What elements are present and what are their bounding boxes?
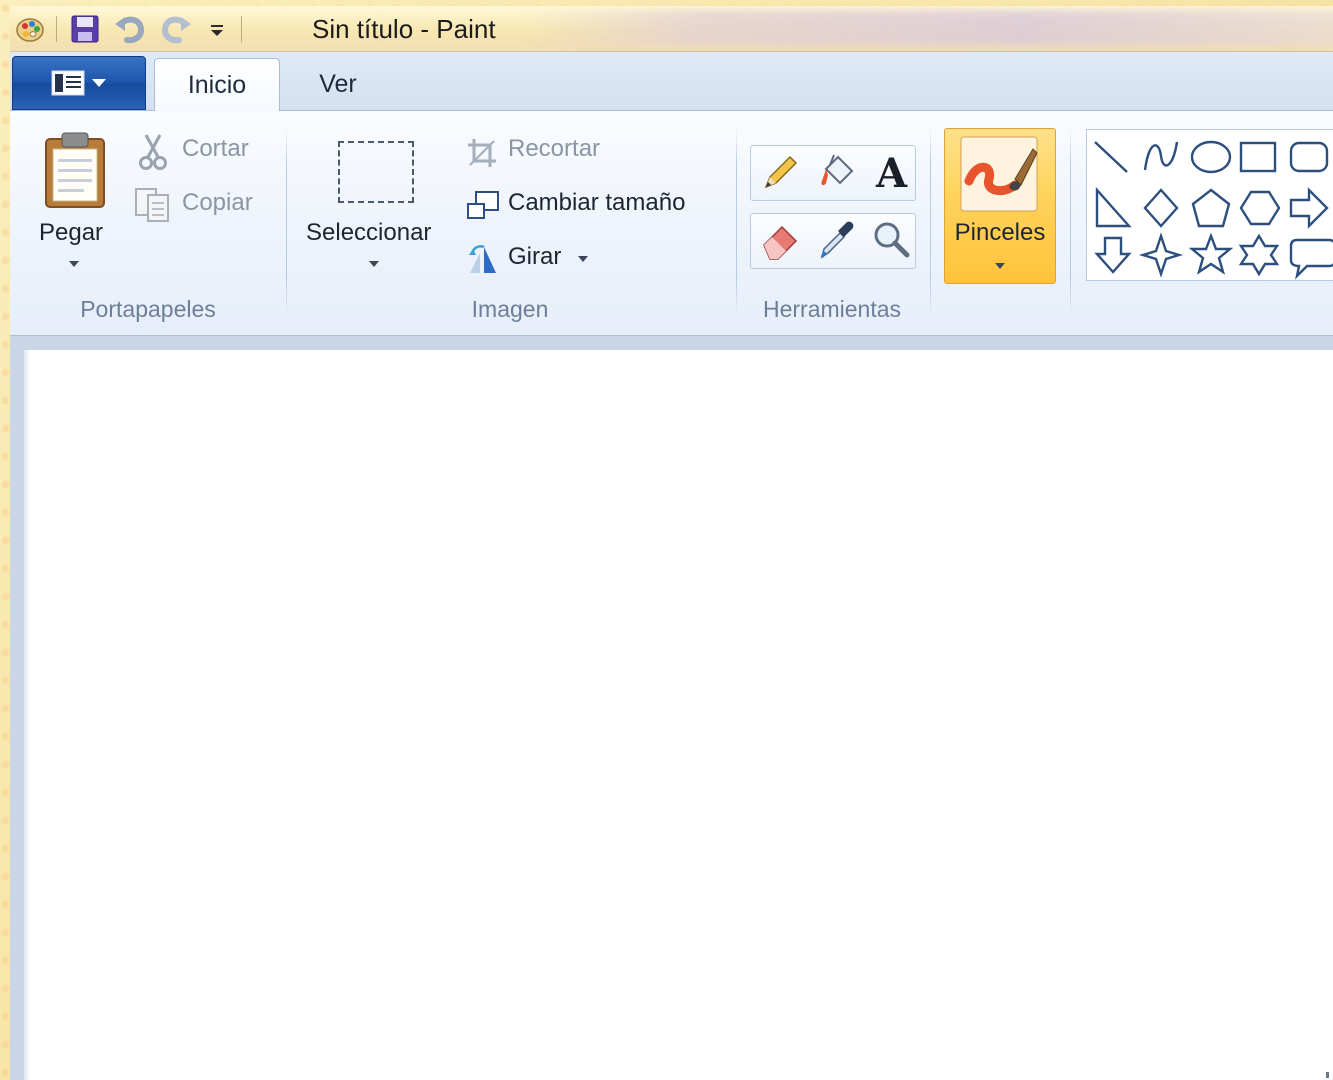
qat-separator — [241, 15, 242, 42]
redo-icon[interactable] — [153, 9, 199, 49]
title-bar: Sin título - Paint — [10, 6, 1333, 52]
clipboard-icon — [45, 132, 105, 208]
svg-text:A: A — [875, 151, 908, 193]
brushes-label: Pinceles — [954, 219, 1046, 246]
save-icon[interactable] — [63, 9, 107, 49]
tab-inicio[interactable]: Inicio — [154, 58, 280, 112]
group-divider — [1070, 127, 1071, 317]
group-divider — [736, 127, 737, 317]
group-divider — [286, 127, 287, 317]
callout-icon[interactable] — [1289, 238, 1333, 280]
paste-label[interactable]: Pegar — [39, 219, 103, 247]
canvas-resize-handle[interactable] — [1326, 1072, 1329, 1078]
chevron-down-icon — [92, 79, 106, 87]
canvas-workspace — [10, 336, 1333, 1080]
diamond-icon[interactable] — [1143, 188, 1179, 228]
fill-bucket-icon[interactable] — [812, 151, 858, 197]
shapes-gallery — [1086, 129, 1333, 281]
six-point-star-icon[interactable] — [1238, 233, 1280, 277]
rotate-icon — [466, 243, 500, 279]
paint-window: Sin título - Paint Inicio Ver Pegar Cort… — [10, 6, 1333, 1080]
drawing-canvas[interactable] — [24, 350, 1333, 1080]
select-label[interactable]: Seleccionar — [306, 219, 431, 247]
rectangle-icon[interactable] — [1239, 141, 1277, 173]
group-label-portapapeles: Portapapeles — [80, 296, 216, 322]
copy-button[interactable]: Copiar — [182, 189, 253, 217]
eraser-icon[interactable] — [758, 219, 804, 265]
tab-ver[interactable]: Ver — [292, 58, 384, 110]
resize-icon — [466, 190, 500, 226]
shapes-icons — [1094, 140, 1333, 280]
rounded-rectangle-icon[interactable] — [1289, 141, 1329, 173]
color-picker-icon[interactable] — [814, 219, 858, 265]
menu-icon — [51, 70, 85, 96]
paste-button[interactable] — [40, 131, 110, 215]
undo-icon[interactable] — [107, 9, 153, 49]
paste-dropdown-arrow[interactable] — [69, 261, 79, 267]
paint-menu-button[interactable] — [12, 56, 146, 110]
customize-qat-icon[interactable] — [199, 9, 235, 49]
cut-icon — [138, 133, 168, 175]
magnifier-icon[interactable] — [870, 219, 912, 265]
down-arrow-icon[interactable] — [1094, 236, 1132, 274]
window-title: Sin título - Paint — [312, 14, 496, 44]
ribbon-tab-bar: Inicio Ver — [10, 52, 1333, 112]
canvas-edge — [24, 350, 30, 1080]
crop-icon — [466, 137, 498, 173]
pencil-icon[interactable] — [758, 151, 802, 197]
title-bar-glass — [530, 10, 1333, 46]
brushes-dropdown-arrow[interactable] — [995, 263, 1005, 269]
brushes-button[interactable]: Pinceles — [944, 128, 1056, 284]
brush-icon — [960, 136, 1038, 212]
hexagon-icon[interactable] — [1239, 190, 1281, 226]
crop-button[interactable]: Recortar — [508, 135, 600, 163]
oval-icon[interactable] — [1190, 140, 1232, 174]
group-label-herramientas: Herramientas — [762, 296, 902, 322]
resize-button[interactable]: Cambiar tamaño — [508, 189, 685, 217]
rotate-dropdown-arrow[interactable] — [578, 256, 588, 262]
ribbon: Pegar Cortar Copiar Portapapeles Selecci… — [10, 111, 1333, 336]
select-icon[interactable] — [338, 141, 414, 203]
right-triangle-icon[interactable] — [1095, 186, 1132, 228]
four-point-star-icon[interactable] — [1138, 232, 1184, 278]
quick-access-toolbar — [10, 6, 248, 51]
curve-icon[interactable] — [1143, 141, 1179, 171]
qat-separator — [56, 15, 57, 42]
group-divider — [930, 127, 931, 317]
rotate-button[interactable]: Girar — [508, 243, 561, 271]
group-label-imagen: Imagen — [471, 296, 549, 322]
five-point-star-icon[interactable] — [1188, 232, 1234, 275]
right-arrow-icon[interactable] — [1289, 187, 1329, 229]
text-tool-icon[interactable]: A — [870, 150, 910, 197]
select-dropdown-arrow[interactable] — [369, 261, 379, 267]
pentagon-icon[interactable] — [1191, 188, 1231, 228]
copy-icon — [134, 187, 172, 227]
cut-button[interactable]: Cortar — [182, 135, 249, 163]
line-icon[interactable] — [1094, 141, 1128, 173]
paint-app-icon[interactable] — [10, 9, 50, 49]
